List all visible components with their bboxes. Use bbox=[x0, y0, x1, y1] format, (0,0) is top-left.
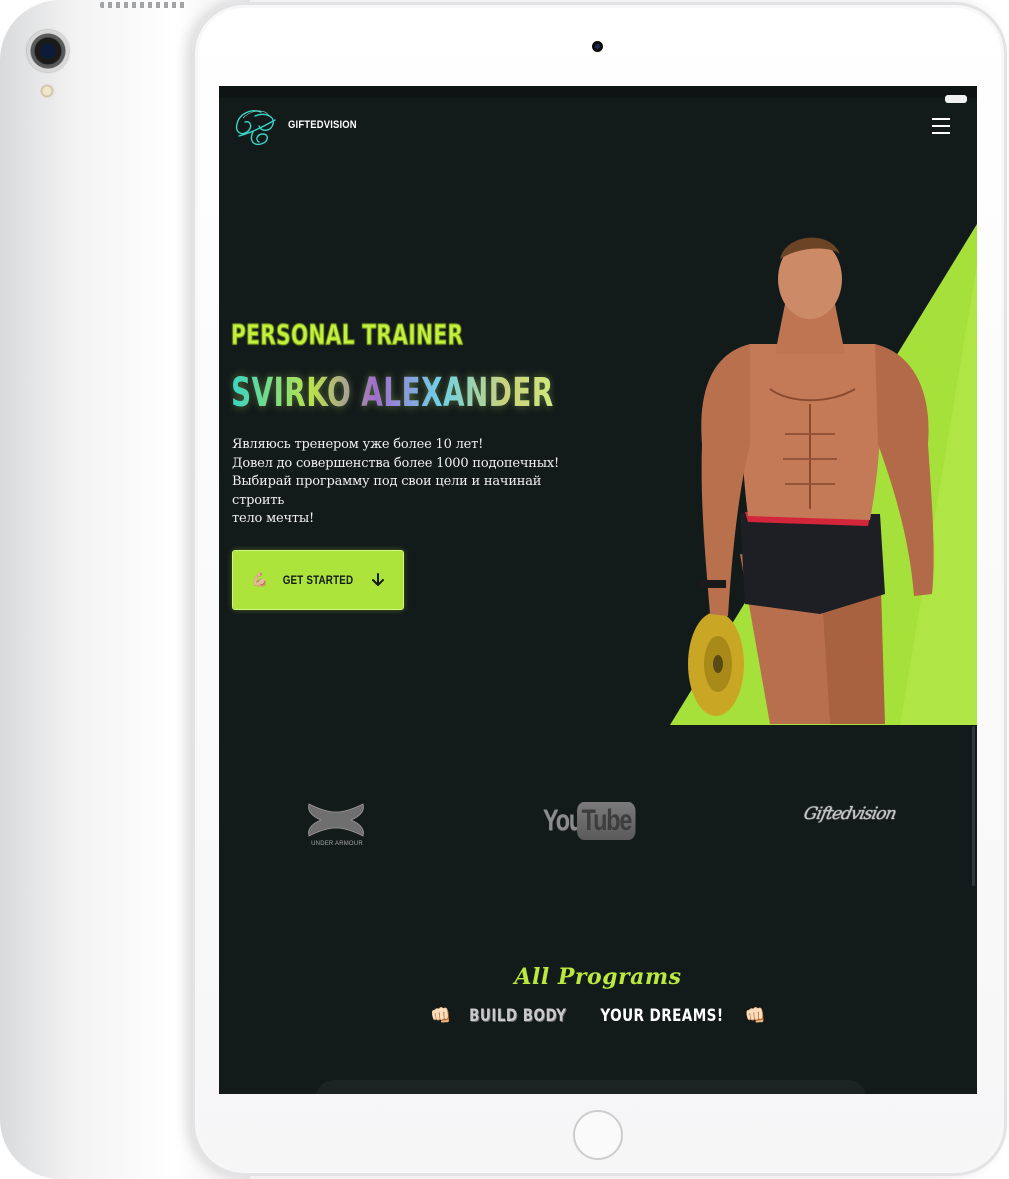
get-started-label: GET STARTED bbox=[282, 573, 353, 587]
programs-subtitle: 👊🏻 BUILD BODY YOUR DREAMS! 👊🏻 bbox=[219, 1006, 977, 1026]
bio-line: Довел до совершенства более 1000 подопеч… bbox=[232, 455, 560, 471]
bio-line: тело мечты! bbox=[232, 511, 315, 527]
hero-subtitle: PERSONAL TRAINER bbox=[231, 318, 464, 352]
brand-name[interactable]: GIFTEDVISION bbox=[288, 119, 357, 131]
giftedvision-script-logo[interactable]: Giftedvision bbox=[802, 804, 898, 824]
scrollbar[interactable] bbox=[972, 726, 975, 886]
flash-icon bbox=[38, 82, 56, 100]
trainer-photo bbox=[670, 224, 977, 725]
program-card[interactable] bbox=[316, 1080, 866, 1094]
get-started-button[interactable]: 💪🏼 GET STARTED bbox=[232, 550, 404, 610]
front-camera-icon bbox=[592, 41, 603, 52]
rear-camera-icon bbox=[27, 30, 69, 72]
battery-icon bbox=[945, 95, 967, 103]
youtube-tube-text: Tube bbox=[576, 802, 636, 840]
under-armour-logo-icon[interactable] bbox=[305, 800, 367, 840]
fist-icon: 👊🏻 bbox=[744, 1006, 766, 1026]
arrow-down-icon bbox=[371, 573, 384, 586]
flexed-biceps-icon: 💪🏼 bbox=[251, 572, 269, 588]
youtube-logo[interactable]: You Tube bbox=[543, 801, 652, 841]
build-body-text: BUILD BODY bbox=[469, 1006, 567, 1026]
volume-buttons bbox=[100, 2, 185, 8]
hero-bio: Являюсь тренером уже более 10 лет! Довел… bbox=[232, 436, 572, 529]
home-button[interactable] bbox=[573, 1110, 623, 1160]
hero-title: SVIRKO ALEXANDER bbox=[231, 370, 554, 416]
programs-title: All Programs bbox=[514, 964, 682, 990]
your-dreams-text: YOUR DREAMS! bbox=[600, 1006, 724, 1026]
giftedvision-logo-icon[interactable] bbox=[231, 106, 281, 148]
under-armour-caption: UNDER ARMOUR bbox=[311, 841, 363, 847]
fist-icon: 👊🏻 bbox=[430, 1006, 452, 1026]
hamburger-menu-icon[interactable] bbox=[932, 118, 950, 134]
tablet-screen: GIFTEDVISION PERSONAL TRAINER SVIRKO ALE… bbox=[219, 86, 977, 1094]
status-bar bbox=[219, 86, 977, 98]
bio-line: Выбирай программу под свои цели и начина… bbox=[232, 474, 542, 508]
bio-line: Являюсь тренером уже более 10 лет! bbox=[232, 437, 484, 452]
